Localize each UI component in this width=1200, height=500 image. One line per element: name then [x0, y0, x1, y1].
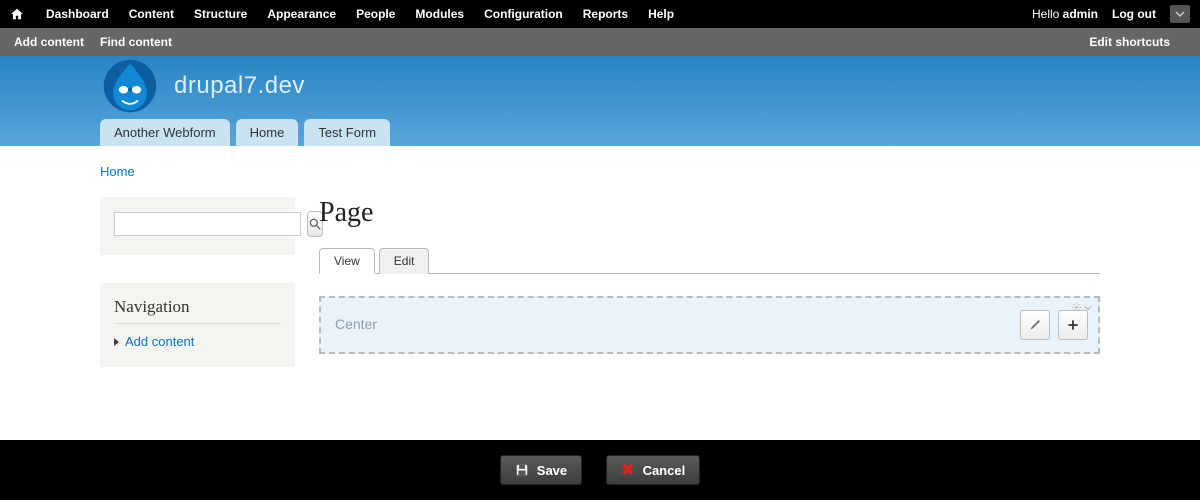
main-menu-test-form[interactable]: Test Form [304, 119, 390, 146]
edit-shortcuts-link[interactable]: Edit shortcuts [1089, 35, 1170, 49]
shortcut-toolbar: Add content Find content Edit shortcuts [0, 28, 1200, 56]
admin-menu-configuration[interactable]: Configuration [474, 0, 573, 28]
tab-edit[interactable]: Edit [379, 248, 430, 274]
paintbrush-icon [1028, 318, 1042, 332]
sidebar: Navigation Add content [100, 197, 295, 395]
panel-region-center[interactable]: Center [319, 296, 1100, 354]
main-menu: Another Webform Home Test Form [100, 119, 390, 146]
save-button[interactable]: Save [500, 455, 582, 485]
footer-action-bar: Save ✖ Cancel [0, 440, 1200, 500]
breadcrumb-home[interactable]: Home [100, 164, 135, 179]
admin-menu-appearance[interactable]: Appearance [257, 0, 346, 28]
site-branding: drupal7.dev [100, 56, 1100, 116]
panel-add-button[interactable] [1058, 310, 1088, 340]
panel-style-button[interactable] [1020, 310, 1050, 340]
cancel-button[interactable]: ✖ Cancel [606, 455, 700, 485]
admin-menu-reports[interactable]: Reports [573, 0, 638, 28]
region-label: Center [335, 316, 377, 332]
nav-item-add-content[interactable]: Add content [114, 334, 281, 349]
navigation-block: Navigation Add content [100, 283, 295, 367]
local-tabs: View Edit [319, 247, 1100, 274]
breadcrumb: Home [100, 146, 1100, 179]
admin-menu-people[interactable]: People [346, 0, 405, 28]
header-region: drupal7.dev Another Webform Home Test Fo… [0, 56, 1200, 146]
admin-menu-structure[interactable]: Structure [184, 0, 257, 28]
page-title: Page [319, 197, 1100, 229]
main-menu-another-webform[interactable]: Another Webform [100, 119, 230, 146]
site-name[interactable]: drupal7.dev [174, 72, 305, 100]
admin-menu-modules[interactable]: Modules [405, 0, 474, 28]
drupal-logo-icon[interactable] [100, 56, 160, 116]
nav-add-content-link[interactable]: Add content [125, 334, 194, 349]
main-column: Page View Edit Center [319, 197, 1100, 395]
plus-icon [1066, 318, 1080, 332]
admin-menu: Dashboard Content Structure Appearance P… [36, 0, 684, 28]
admin-menu-content[interactable]: Content [119, 0, 184, 28]
panel-actions [1020, 310, 1088, 340]
search-block [100, 197, 295, 255]
shortcut-find-content[interactable]: Find content [100, 35, 172, 49]
toolbar-toggle[interactable] [1170, 5, 1190, 23]
triangle-right-icon [114, 338, 119, 346]
search-input[interactable] [114, 212, 301, 236]
hello-text: Hello admin [1032, 7, 1098, 21]
navigation-title: Navigation [114, 297, 281, 324]
admin-menu-dashboard[interactable]: Dashboard [36, 0, 119, 28]
disk-icon [515, 463, 529, 477]
shortcut-add-content[interactable]: Add content [14, 35, 84, 49]
logout-link[interactable]: Log out [1112, 7, 1156, 21]
home-icon[interactable] [10, 7, 24, 21]
close-icon: ✖ [621, 460, 634, 480]
tab-view[interactable]: View [319, 248, 375, 274]
main-menu-home[interactable]: Home [236, 119, 299, 146]
admin-menu-help[interactable]: Help [638, 0, 684, 28]
admin-toolbar: Dashboard Content Structure Appearance P… [0, 0, 1200, 28]
